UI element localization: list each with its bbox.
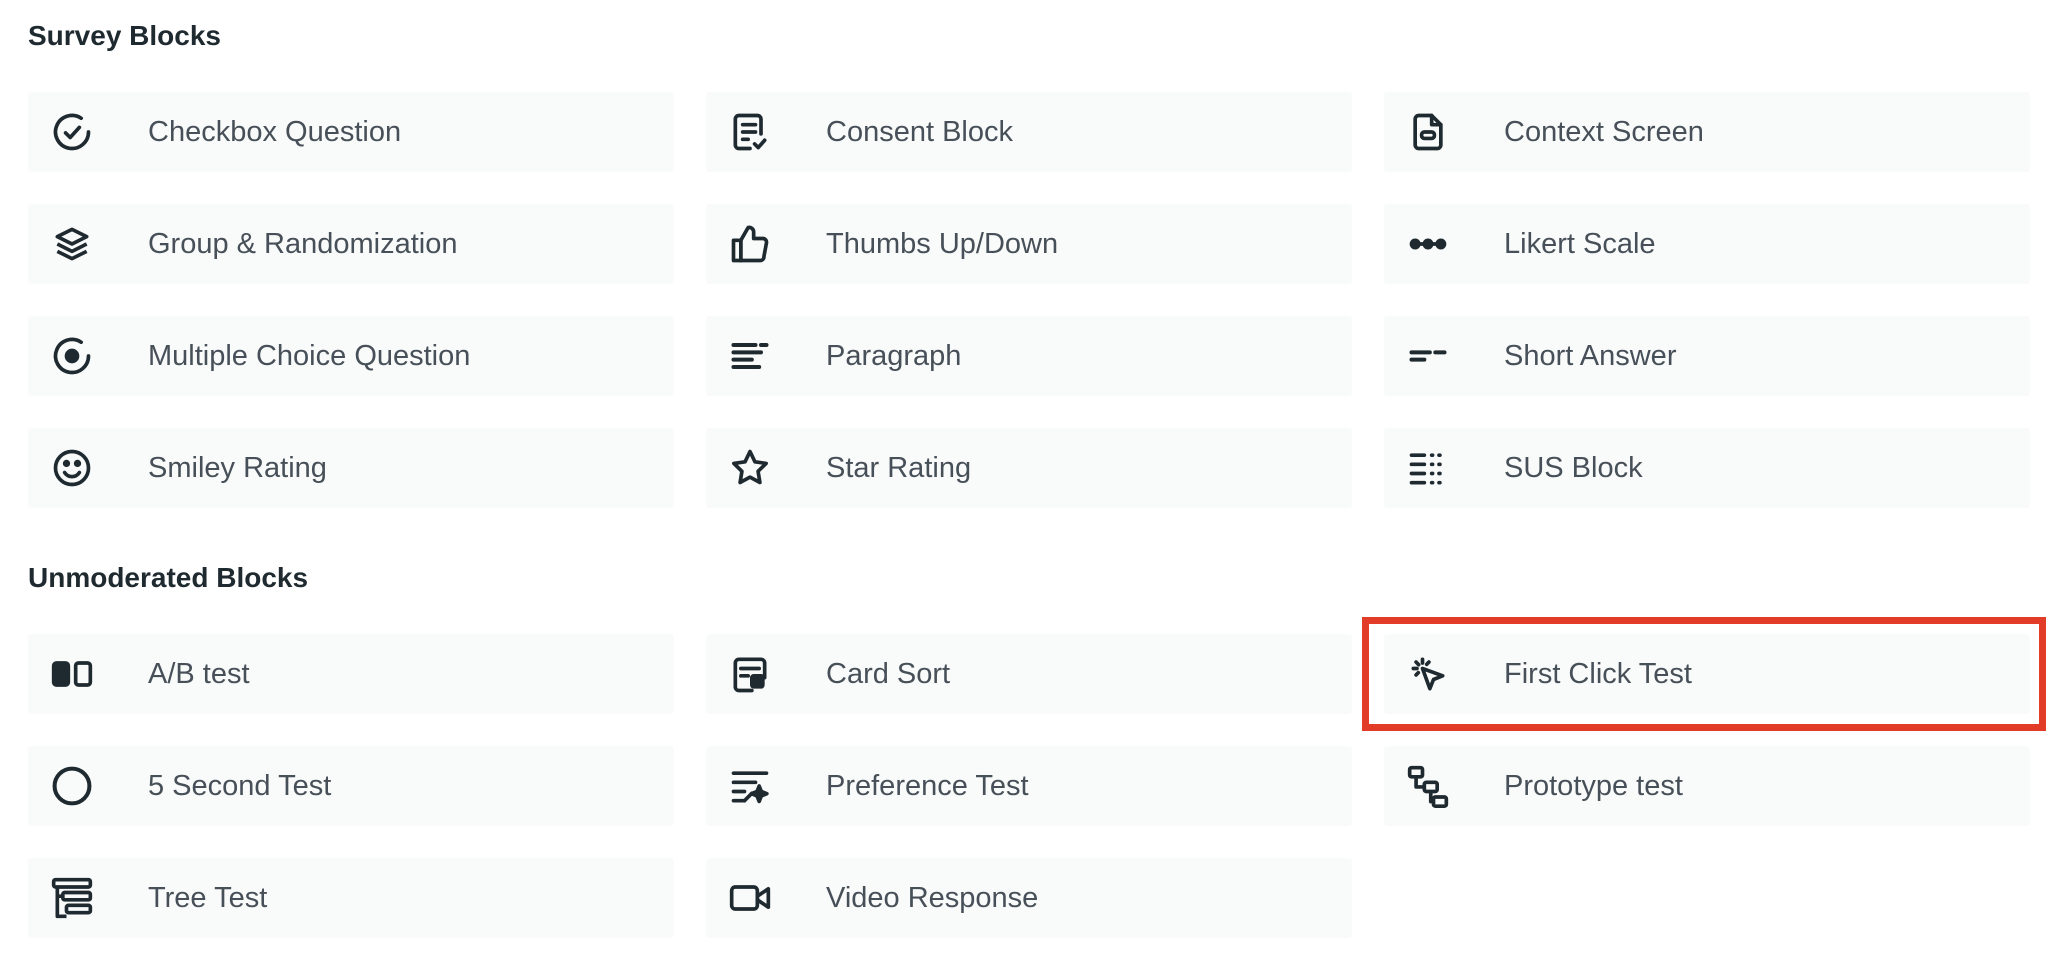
- block-label: Multiple Choice Question: [148, 339, 471, 372]
- block-label: SUS Block: [1504, 451, 1643, 484]
- block-video-response[interactable]: Video Response: [706, 858, 1352, 938]
- ab-test-icon: [50, 652, 94, 696]
- block-label: 5 Second Test: [148, 769, 332, 802]
- block-smiley-rating[interactable]: Smiley Rating: [28, 428, 674, 508]
- block-star-rating[interactable]: Star Rating: [706, 428, 1352, 508]
- block-label: Group & Randomization: [148, 227, 458, 260]
- check-circle-icon: [50, 110, 94, 154]
- block-label: A/B test: [148, 657, 250, 690]
- block-label: First Click Test: [1504, 657, 1692, 690]
- block-label: Tree Test: [148, 881, 268, 914]
- paragraph-icon: [728, 334, 772, 378]
- thumbs-up-icon: [728, 222, 772, 266]
- block-tree-test[interactable]: Tree Test: [28, 858, 674, 938]
- sparkle-list-icon: [728, 764, 772, 808]
- unmoderated-blocks-grid: A/B test Card Sort First Click Test 5 Se…: [28, 617, 2046, 938]
- block-preference-test[interactable]: Preference Test: [706, 746, 1352, 826]
- block-card-sort[interactable]: Card Sort: [706, 634, 1352, 714]
- block-consent-block[interactable]: Consent Block: [706, 92, 1352, 172]
- block-label: Card Sort: [826, 657, 951, 690]
- block-label: Preference Test: [826, 769, 1029, 802]
- block-label: Likert Scale: [1504, 227, 1656, 260]
- block-likert-scale[interactable]: Likert Scale: [1384, 204, 2030, 284]
- card-sort-icon: [728, 652, 772, 696]
- sus-list-icon: [1406, 446, 1450, 490]
- block-label: Thumbs Up/Down: [826, 227, 1059, 260]
- short-answer-icon: [1406, 334, 1450, 378]
- cursor-click-icon: [1406, 652, 1450, 696]
- file-icon: [1406, 110, 1450, 154]
- block-label: Paragraph: [826, 339, 962, 372]
- block-label: Context Screen: [1504, 115, 1704, 148]
- dots-line-icon: [1406, 222, 1450, 266]
- circle-icon: [50, 764, 94, 808]
- block-first-click-test[interactable]: First Click Test: [1362, 617, 2046, 731]
- flow-icon: [1406, 764, 1450, 808]
- block-group-randomization[interactable]: Group & Randomization: [28, 204, 674, 284]
- block-5-second-test[interactable]: 5 Second Test: [28, 746, 674, 826]
- block-label: Star Rating: [826, 451, 972, 484]
- document-check-icon: [728, 110, 772, 154]
- block-thumbs-up-down[interactable]: Thumbs Up/Down: [706, 204, 1352, 284]
- block-label: Prototype test: [1504, 769, 1683, 802]
- smiley-icon: [50, 446, 94, 490]
- block-label: Short Answer: [1504, 339, 1677, 372]
- block-sus-block[interactable]: SUS Block: [1384, 428, 2030, 508]
- survey-blocks-grid: Checkbox Question Consent Block Context …: [28, 92, 2030, 508]
- block-ab-test[interactable]: A/B test: [28, 634, 674, 714]
- block-checkbox-question[interactable]: Checkbox Question: [28, 92, 674, 172]
- block-context-screen[interactable]: Context Screen: [1384, 92, 2030, 172]
- block-short-answer[interactable]: Short Answer: [1384, 316, 2030, 396]
- tree-icon: [50, 876, 94, 920]
- section-title-survey-blocks: Survey Blocks: [28, 20, 221, 51]
- block-paragraph[interactable]: Paragraph: [706, 316, 1352, 396]
- star-icon: [728, 446, 772, 490]
- block-label: Video Response: [826, 881, 1039, 914]
- layers-icon: [50, 222, 94, 266]
- video-icon: [728, 876, 772, 920]
- block-label: Smiley Rating: [148, 451, 327, 484]
- block-label: Consent Block: [826, 115, 1013, 148]
- block-multiple-choice-question[interactable]: Multiple Choice Question: [28, 316, 674, 396]
- radio-icon: [50, 334, 94, 378]
- block-label: Checkbox Question: [148, 115, 402, 148]
- block-prototype-test[interactable]: Prototype test: [1384, 746, 2030, 826]
- section-title-unmoderated-blocks: Unmoderated Blocks: [28, 562, 309, 593]
